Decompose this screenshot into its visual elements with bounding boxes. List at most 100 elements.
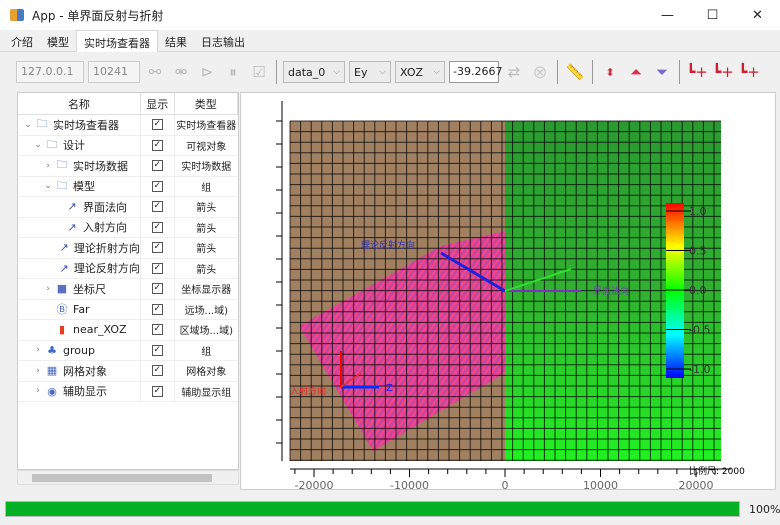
visible-checkbox[interactable]: ✓ xyxy=(151,160,163,172)
header-visible[interactable]: 显示 xyxy=(141,93,175,114)
title-bar: App - 单界面反射与折射 — ☐ ✕ xyxy=(0,0,780,30)
header-name[interactable]: 名称 xyxy=(18,93,141,114)
tree-item-label: Far xyxy=(73,302,90,316)
tab-realtime-viewer[interactable]: 实时场查看器 xyxy=(76,30,158,52)
unlink-icon[interactable]: ⚮ xyxy=(170,61,192,83)
group-icon: ♣ xyxy=(47,343,57,357)
visible-checkbox[interactable]: ✓ xyxy=(151,221,163,233)
maximize-button[interactable]: ☐ xyxy=(690,0,735,30)
visible-checkbox[interactable]: ✓ xyxy=(151,365,163,377)
link-icon[interactable]: ⚯ xyxy=(144,61,166,83)
tree-row[interactable]: ⌄ 🗀 模型 ✓ 组 xyxy=(18,176,238,197)
port-input[interactable]: 10241 xyxy=(88,61,140,83)
field-viewer[interactable]: -20000 -10000 0 10000 20000 理论反射方向 界面法向 入射方向 Z 1.… xyxy=(240,92,777,492)
tree-name-cell: ↗ 理论折射方向 xyxy=(18,238,141,258)
position-input[interactable]: -39.2667 xyxy=(449,61,502,83)
axis-y-icon[interactable]: ┗+ xyxy=(738,61,760,83)
tree-item-label: 模型 xyxy=(73,180,95,194)
chevron-down-icon[interactable]: ⌄ xyxy=(42,181,54,191)
tree-row[interactable]: › 🗀 实时场数据 ✓ 实时场数据 xyxy=(18,156,238,177)
tree-row[interactable]: ↗ 入射方向 ✓ 箭头 xyxy=(18,217,238,238)
tree-name-cell: ⌄ 🗀 实时场查看器 xyxy=(18,115,141,135)
tree-row[interactable]: ⌄ 🗀 实时场查看器 ✓ 实时场查看器 xyxy=(18,115,238,136)
up-icon[interactable]: ⏶ xyxy=(625,61,647,83)
visible-checkbox[interactable]: ✓ xyxy=(151,324,163,336)
tree-row[interactable]: › ■ 坐标尺 ✓ 坐标显示器 xyxy=(18,279,238,300)
visible-cell: ✓ xyxy=(141,299,175,319)
visible-checkbox[interactable]: ✓ xyxy=(151,201,163,213)
tree-row[interactable]: ▮ near_XOZ ✓ 区域场...域) xyxy=(18,320,238,341)
tree-row[interactable]: ⌄ 🗀 设计 ✓ 可视对象 xyxy=(18,135,238,156)
tree-name-cell: ▮ near_XOZ xyxy=(18,320,141,340)
tab-results[interactable]: 结果 xyxy=(158,30,194,52)
tab-model[interactable]: 模型 xyxy=(40,30,76,52)
tree-row[interactable]: Ⓑ Far ✓ 远场...域) xyxy=(18,299,238,320)
field-plot[interactable]: -20000 -10000 0 10000 20000 理论反射方向界面法向入射方向 Z 1.… xyxy=(241,93,777,492)
object-tree: 名称 显示 类型 ⌄ 🗀 实时场查看器 ✓ 实时场查看器 ⌄ 🗀 设计 ✓ 可视对象 › 🗀 实时场数据… xyxy=(17,92,239,470)
visible-checkbox[interactable]: ✓ xyxy=(151,303,163,315)
minimize-button[interactable]: — xyxy=(645,0,690,30)
tree-row[interactable]: › ◉ 辅助显示 ✓ 辅助显示组 xyxy=(18,381,238,402)
pause-icon[interactable]: ⏸ xyxy=(222,61,244,83)
toolbar: 127.0.0.1 10241 ⚯ ⚮ ⊳ ⏸ ☑ data_0 ⌵ Ey ⌵ XO… xyxy=(0,55,780,89)
visible-cell: ✓ xyxy=(141,135,175,155)
refresh-icon[interactable]: ⇄ xyxy=(503,61,525,83)
tree-horizontal-scrollbar[interactable] xyxy=(17,470,239,485)
chevron-right-icon[interactable]: › xyxy=(42,284,54,294)
check-icon[interactable]: ☑ xyxy=(248,61,270,83)
visible-cell: ✓ xyxy=(141,258,175,278)
visible-checkbox[interactable]: ✓ xyxy=(151,283,163,295)
separator xyxy=(276,60,277,84)
visible-checkbox[interactable]: ✓ xyxy=(151,242,163,254)
visible-checkbox[interactable]: ✓ xyxy=(151,139,163,151)
separator xyxy=(679,60,680,84)
scale-label: 比例尺: 2000 xyxy=(689,465,745,477)
tree-type-cell: 箭头 xyxy=(196,264,217,276)
component-select[interactable]: Ey ⌵ xyxy=(349,61,391,83)
chevron-down-icon[interactable]: ⌄ xyxy=(32,140,44,150)
plane-select[interactable]: XOZ ⌵ xyxy=(395,61,445,83)
chevron-right-icon[interactable]: › xyxy=(32,345,44,355)
tab-log[interactable]: 日志输出 xyxy=(194,30,252,52)
axis-x-icon[interactable]: ┗+ xyxy=(686,61,708,83)
tree-row[interactable]: ↗ 界面法向 ✓ 箭头 xyxy=(18,197,238,218)
tree-name-cell: Ⓑ Far xyxy=(18,299,141,319)
tree-item-label: 网格对象 xyxy=(63,364,107,378)
visible-checkbox[interactable]: ✓ xyxy=(151,262,163,274)
dataset-select[interactable]: data_0 ⌵ xyxy=(283,61,345,83)
window-title: App - 单界面反射与折射 xyxy=(32,8,164,23)
close-button[interactable]: ✕ xyxy=(735,0,780,30)
eye-icon: ◉ xyxy=(47,384,57,398)
folder-icon: 🗀 xyxy=(46,137,58,151)
x-tick-label: 10000 xyxy=(583,479,618,491)
ip-input[interactable]: 127.0.0.1 xyxy=(16,61,84,83)
tree-row[interactable]: ↗ 理论反射方向 ✓ 箭头 xyxy=(18,258,238,279)
header-type[interactable]: 类型 xyxy=(175,93,238,114)
tab-intro[interactable]: 介绍 xyxy=(4,30,40,52)
chevron-down-icon[interactable]: ⌄ xyxy=(22,120,34,130)
expand-icon[interactable]: ⬍ xyxy=(599,61,621,83)
chevron-right-icon[interactable]: › xyxy=(42,161,54,171)
play-icon[interactable]: ⊳ xyxy=(196,61,218,83)
down-icon[interactable]: ⏷ xyxy=(651,61,673,83)
tree-row[interactable]: › ♣ group ✓ 组 xyxy=(18,340,238,361)
tree-item-label: 实时场数据 xyxy=(73,159,128,173)
axis-z-icon[interactable]: ┗+ xyxy=(712,61,734,83)
visible-checkbox[interactable]: ✓ xyxy=(151,180,163,192)
visible-cell: ✓ xyxy=(141,340,175,360)
scrollbar-thumb[interactable] xyxy=(32,474,212,482)
visible-checkbox[interactable]: ✓ xyxy=(151,119,163,131)
progress-bar xyxy=(5,501,740,517)
stop-icon[interactable]: ⊗ xyxy=(529,61,551,83)
chevron-right-icon[interactable]: › xyxy=(32,386,44,396)
colorbar-tick-label: -1.0 xyxy=(689,363,710,376)
colorbar-tick-label: 1.0 xyxy=(689,205,707,218)
visible-checkbox[interactable]: ✓ xyxy=(151,344,163,356)
far-field-icon: Ⓑ xyxy=(56,303,68,317)
visible-checkbox[interactable]: ✓ xyxy=(151,385,163,397)
tree-row[interactable]: › ▦ 网格对象 ✓ 网格对象 xyxy=(18,361,238,382)
chevron-right-icon[interactable]: › xyxy=(32,366,44,376)
tree-type-cell: 网格对象 xyxy=(186,367,227,379)
tree-row[interactable]: ↗ 理论折射方向 ✓ 箭头 xyxy=(18,238,238,259)
ruler-icon[interactable]: 📏 xyxy=(564,61,586,83)
